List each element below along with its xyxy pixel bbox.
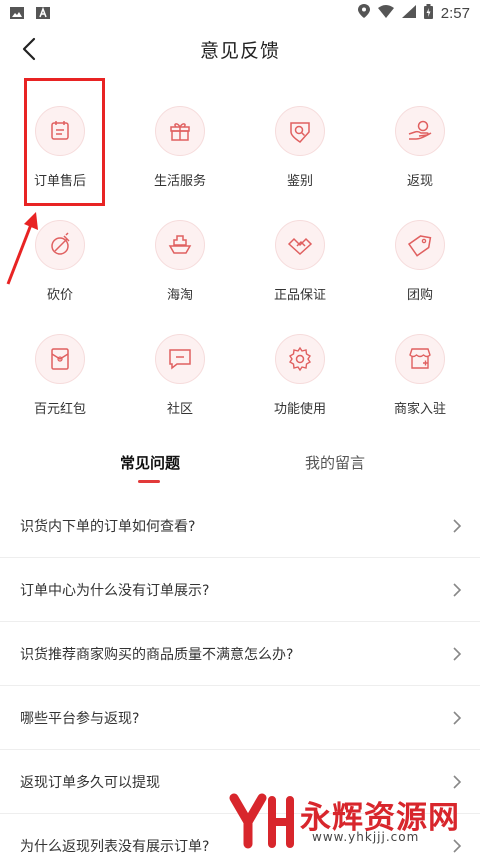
tab-common-questions[interactable]: 常见问题 [120, 452, 180, 473]
chevron-right-icon [453, 775, 462, 789]
category-label: 社区 [166, 402, 193, 417]
chevron-right-icon [453, 583, 462, 597]
watermark-url: www.yhkjjj.com [312, 830, 420, 844]
faq-item[interactable]: 识货内下单的订单如何查看? [0, 494, 480, 558]
page-title: 意见反馈 [199, 39, 280, 62]
signal-icon [401, 4, 416, 22]
tab-my-messages[interactable]: 我的留言 [305, 452, 365, 473]
category-red-packet[interactable]: 百元红包 [0, 324, 120, 434]
image-notification-icon [10, 4, 24, 23]
gift-icon [155, 106, 205, 156]
battery-icon [423, 3, 433, 23]
faq-question: 订单中心为什么没有订单展示? [20, 583, 210, 599]
highlight-box [24, 78, 105, 206]
category-feature-usage[interactable]: 功能使用 [240, 324, 360, 434]
tag-icon [395, 220, 445, 270]
shield-search-icon [275, 106, 325, 156]
category-label: 生活服务 [153, 174, 206, 189]
faq-item[interactable]: 识货推荐商家购买的商品质量不满意怎么办? [0, 622, 480, 686]
faq-question: 识货推荐商家购买的商品质量不满意怎么办? [20, 647, 294, 663]
font-notification-icon [36, 4, 50, 23]
category-label: 正品保证 [273, 288, 326, 303]
red-packet-icon [35, 334, 85, 384]
category-merchant-join[interactable]: 商家入驻 [360, 324, 480, 434]
category-label: 鉴别 [286, 174, 313, 189]
back-arrow-icon [22, 37, 36, 61]
category-label: 团购 [406, 288, 433, 303]
category-cashback[interactable]: 返现 [360, 96, 480, 206]
chevron-right-icon [453, 647, 462, 661]
status-time: 2:57 [440, 4, 470, 22]
location-icon [357, 4, 370, 22]
faq-question: 哪些平台参与返现? [20, 711, 140, 727]
watermark-logo-icon [229, 793, 294, 849]
faq-item[interactable]: 哪些平台参与返现? [0, 686, 480, 750]
ship-icon [155, 220, 205, 270]
gear-icon [275, 334, 325, 384]
category-genuine-guarantee[interactable]: 正品保证 [240, 210, 360, 320]
chat-icon [155, 334, 205, 384]
category-label: 海淘 [166, 288, 193, 303]
active-tab-indicator [138, 480, 160, 483]
watermark: 永辉资源网 www.yhkjjj.com [228, 790, 478, 850]
category-group-buy[interactable]: 团购 [360, 210, 480, 320]
annotation-arrow-icon [6, 212, 38, 285]
chevron-right-icon [453, 711, 462, 725]
faq-question: 返现订单多久可以提现 [20, 775, 160, 791]
category-life-services[interactable]: 生活服务 [120, 96, 240, 206]
category-label: 返现 [406, 174, 433, 189]
category-label: 百元红包 [33, 402, 86, 417]
category-label: 功能使用 [273, 402, 326, 417]
status-bar: 2:57 [0, 0, 480, 26]
category-label: 商家入驻 [393, 402, 446, 417]
wifi-icon [377, 4, 394, 22]
faq-tabs: 常见问题 我的留言 [0, 452, 480, 492]
title-bar: 意见反馈 [0, 26, 480, 72]
handshake-icon [275, 220, 325, 270]
chevron-right-icon [453, 519, 462, 533]
faq-question: 为什么返现列表没有展示订单? [20, 839, 210, 853]
category-authentication[interactable]: 鉴别 [240, 96, 360, 206]
faq-item[interactable]: 订单中心为什么没有订单展示? [0, 558, 480, 622]
faq-question: 识货内下单的订单如何查看? [20, 519, 196, 535]
category-overseas[interactable]: 海淘 [120, 210, 240, 320]
category-community[interactable]: 社区 [120, 324, 240, 434]
back-button[interactable] [14, 34, 44, 64]
cashback-icon [395, 106, 445, 156]
store-icon [395, 334, 445, 384]
